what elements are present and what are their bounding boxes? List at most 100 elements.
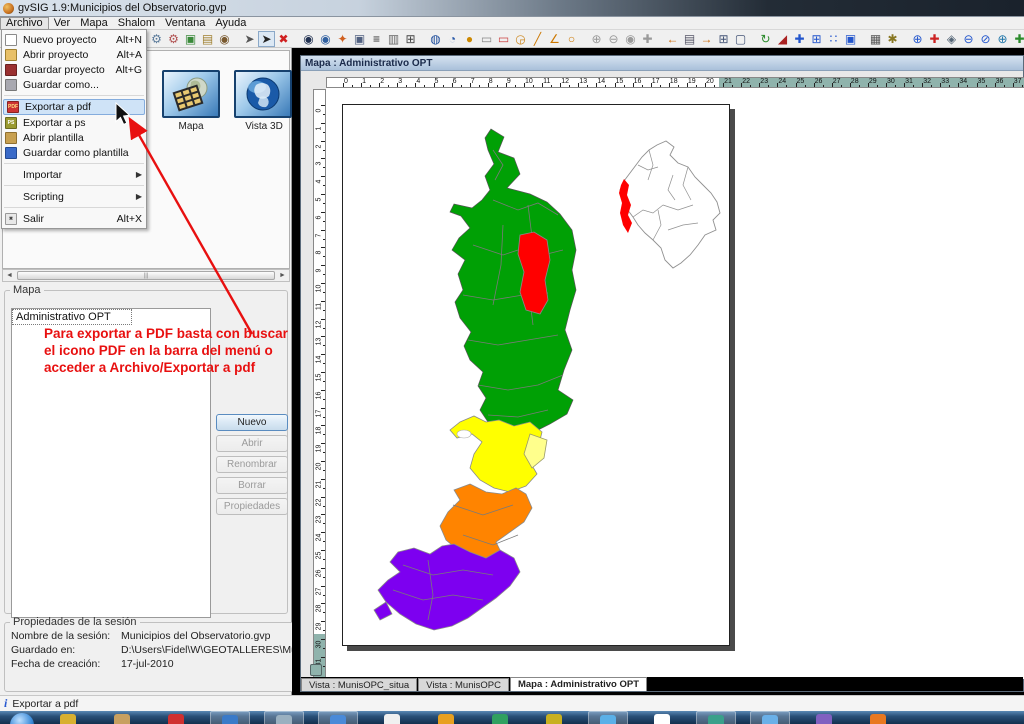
zoom-full-icon[interactable]: ✚ xyxy=(1011,31,1024,47)
taskbar-app-blue-button[interactable] xyxy=(210,711,250,724)
map-borrar-button[interactable]: Borrar xyxy=(216,477,288,494)
preview-icon[interactable]: ◉ xyxy=(317,31,334,47)
taskbar-folder-button[interactable] xyxy=(102,711,142,724)
zoom-disabled-icon[interactable]: ◉ xyxy=(622,31,639,47)
menu-item-importar[interactable]: Importar▶ xyxy=(2,167,146,182)
doc-type-vista3d-button[interactable] xyxy=(234,70,292,118)
window-titlebar[interactable]: gvSIG 1.9:Municipios del Observatorio.gv… xyxy=(0,0,1024,17)
compass-icon[interactable]: ◢ xyxy=(774,31,791,47)
taskbar-app-white2-button[interactable] xyxy=(642,711,682,724)
zoom-out-disabled-icon[interactable]: ⊖ xyxy=(605,31,622,47)
window-icon[interactable]: ▢ xyxy=(732,31,749,47)
zoom-select-icon[interactable]: ⊕ xyxy=(994,31,1011,47)
menu-ayuda[interactable]: Ayuda xyxy=(210,17,251,30)
insert-polyline-icon[interactable]: ∠ xyxy=(546,31,563,47)
zoom-extent-icon[interactable]: ✚ xyxy=(926,31,943,47)
insert-rectangle-icon[interactable]: ▭ xyxy=(478,31,495,47)
grid-settings-icon[interactable]: ▦ xyxy=(867,31,884,47)
taskbar-app-orange2-button[interactable] xyxy=(858,711,898,724)
taskbar-app-gold-button[interactable] xyxy=(534,711,574,724)
tiles-icon[interactable]: ∷ xyxy=(825,31,842,47)
menu-item-exportar-a-ps[interactable]: PSExportar a ps xyxy=(2,115,146,130)
menu-item-guardar-como-plantilla[interactable]: Guardar como plantilla xyxy=(2,145,146,160)
doc-types-scrollbar[interactable]: ◄ ||| ► xyxy=(2,269,290,282)
taskbar-app-lightblue-button[interactable] xyxy=(588,711,628,724)
map-list-item[interactable]: Administrativo OPT xyxy=(12,309,132,325)
scroll-right-arrow-icon[interactable]: ► xyxy=(276,270,289,281)
menu-item-nuevo-proyecto[interactable]: Nuevo proyectoAlt+N xyxy=(2,32,146,47)
menu-item-abrir-proyecto[interactable]: Abrir proyectoAlt+A xyxy=(2,47,146,62)
taskbar-app-gray-button[interactable] xyxy=(264,711,304,724)
insert-circle-icon[interactable]: ◶ xyxy=(512,31,529,47)
map-window-titlebar[interactable]: Mapa : Administrativo OPT xyxy=(301,56,1023,71)
move-icon[interactable]: ✚ xyxy=(791,31,808,47)
insert-point-icon[interactable]: ● xyxy=(461,31,478,47)
taskbar-app-orange-button[interactable] xyxy=(426,711,466,724)
refresh-icon[interactable]: ↻ xyxy=(757,31,774,47)
scroll-left-arrow-icon[interactable]: ◄ xyxy=(3,270,16,281)
zoom-in-icon[interactable]: ⊕ xyxy=(909,31,926,47)
menu-ver[interactable]: Ver xyxy=(49,17,76,30)
taskbar-app-red-button[interactable] xyxy=(156,711,196,724)
menu-item-abrir-plantilla[interactable]: Abrir plantilla xyxy=(2,130,146,145)
taskbar-app-white-button[interactable] xyxy=(372,711,412,724)
taskbar-app-teal-button[interactable] xyxy=(696,711,736,724)
undo-icon[interactable]: ← xyxy=(664,31,681,47)
insert-line-icon[interactable]: ╱ xyxy=(529,31,546,47)
preview-dark-icon[interactable]: ◉ xyxy=(300,31,317,47)
menu-archivo[interactable]: Archivo xyxy=(0,17,49,30)
network-gear-icon[interactable]: ⚙ xyxy=(148,31,165,47)
redo-icon[interactable]: → xyxy=(698,31,715,47)
doc-type-mapa-button[interactable] xyxy=(162,70,220,118)
image-frame-icon[interactable]: ▣ xyxy=(842,31,859,47)
menu-ventana[interactable]: Ventana xyxy=(160,17,210,30)
menu-shalom[interactable]: Shalom xyxy=(113,17,160,30)
insert-view-icon[interactable]: ▣ xyxy=(351,31,368,47)
menu-item-guardar-proyecto[interactable]: Guardar proyectoAlt+G xyxy=(2,62,146,77)
taskbar-app-green-button[interactable] xyxy=(480,711,520,724)
zoom-previous-icon[interactable]: ⊘ xyxy=(977,31,994,47)
pointer-tool-icon[interactable]: ➤ xyxy=(258,31,275,47)
console-icon[interactable]: ▣ xyxy=(182,31,199,47)
taskbar-app-purple-button[interactable] xyxy=(804,711,844,724)
layers-icon[interactable]: ▤ xyxy=(199,31,216,47)
pan-disabled-icon[interactable]: ✚ xyxy=(639,31,656,47)
map-renombrar-button[interactable]: Renombrar xyxy=(216,456,288,473)
share-gear-icon[interactable]: ⚙ xyxy=(165,31,182,47)
locator-icon[interactable]: ◉ xyxy=(216,31,233,47)
tab-vista-munisopc[interactable]: Vista : MunisOPC xyxy=(418,678,509,691)
insert-polygon-icon[interactable]: ○ xyxy=(563,31,580,47)
menu-item-salir[interactable]: ✖SalirAlt+X xyxy=(2,211,146,226)
taskbar-key-button[interactable] xyxy=(48,711,88,724)
insert-picture-icon[interactable]: ◔ xyxy=(444,31,461,47)
map-abrir-button[interactable]: Abrir xyxy=(216,435,288,452)
menu-item-scripting[interactable]: Scripting▶ xyxy=(2,189,146,204)
taskbar-folder-blue-button[interactable] xyxy=(750,711,790,724)
grid-blue-icon[interactable]: ⊞ xyxy=(808,31,825,47)
map-nuevo-button[interactable]: Nuevo xyxy=(216,414,288,431)
menu-item-guardar-como-[interactable]: Guardar como... xyxy=(2,77,146,92)
tab-vista-munisopc-situa[interactable]: Vista : MunisOPC_situa xyxy=(301,678,417,691)
table-icon[interactable]: ⊞ xyxy=(715,31,732,47)
insert-text-icon[interactable]: ≡ xyxy=(368,31,385,47)
delete-icon[interactable]: ✖ xyxy=(275,31,292,47)
pan-hand-icon[interactable]: ◈ xyxy=(943,31,960,47)
tab-mapa-administrativo-opt[interactable]: Mapa : Administrativo OPT xyxy=(510,677,647,691)
layout-canvas[interactable] xyxy=(326,88,1024,679)
insert-legend-icon[interactable]: ⊞ xyxy=(402,31,419,47)
palette-icon[interactable]: ✦ xyxy=(334,31,351,47)
tools-icon[interactable]: ✱ xyxy=(884,31,901,47)
print-icon[interactable]: ▤ xyxy=(681,31,698,47)
select-tool-icon[interactable]: ➤ xyxy=(241,31,258,47)
scrollbar-thumb[interactable]: ||| xyxy=(17,271,275,280)
menu-mapa[interactable]: Mapa xyxy=(75,17,113,30)
taskbar-app-blue2-button[interactable] xyxy=(318,711,358,724)
map-propiedades-button[interactable]: Propiedades xyxy=(216,498,288,515)
zoom-in-disabled-icon[interactable]: ⊕ xyxy=(588,31,605,47)
zoom-out-icon[interactable]: ⊖ xyxy=(960,31,977,47)
insert-rectangle-red-icon[interactable]: ▭ xyxy=(495,31,512,47)
north-arrow-icon[interactable]: ◍ xyxy=(427,31,444,47)
start-orb-button[interactable] xyxy=(10,713,34,724)
insert-scalebar-icon[interactable]: ▥ xyxy=(385,31,402,47)
menu-item-exportar-a-pdf[interactable]: PDFExportar a pdf xyxy=(3,99,145,115)
